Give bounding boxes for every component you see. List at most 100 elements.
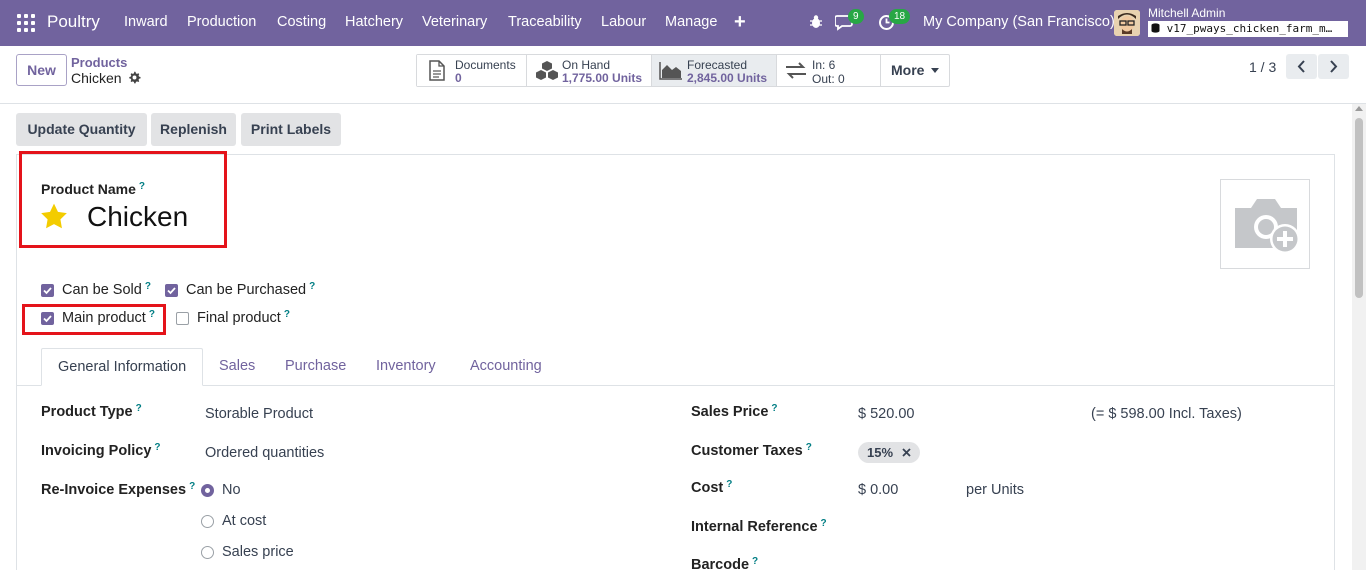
bug-icon[interactable] [808, 14, 824, 30]
reinvoice-radio-at-cost[interactable] [201, 515, 214, 528]
internal-reference-label-text: Internal Reference [691, 519, 818, 535]
out-count: Out: 0 [812, 72, 845, 86]
help-tooltip-icon[interactable]: ? [752, 556, 758, 567]
app-grid-icon[interactable] [17, 14, 35, 32]
forecasted-label: Forecasted [687, 58, 748, 72]
app-brand[interactable]: Poultry [47, 12, 100, 32]
user-name[interactable]: Mitchell Admin [1148, 6, 1225, 20]
final-product-checkbox[interactable] [176, 312, 189, 325]
print-labels-button[interactable]: Print Labels [241, 113, 341, 146]
product-name-input[interactable]: Chicken [87, 201, 188, 233]
invoicing-policy-label-text: Invoicing Policy [41, 443, 152, 459]
sales-price-input[interactable]: $ 520.00 [858, 406, 914, 422]
in-out-smart-button[interactable]: In: 6 Out: 0 [777, 55, 881, 86]
menu-traceability[interactable]: Traceability [508, 14, 582, 30]
pager-next-button[interactable] [1318, 54, 1349, 79]
tab-sales[interactable]: Sales [219, 348, 255, 386]
menu-veterinary[interactable]: Veterinary [422, 14, 487, 30]
tab-purchase[interactable]: Purchase [285, 348, 346, 386]
user-avatar[interactable] [1114, 10, 1140, 36]
help-tooltip-icon[interactable]: ? [189, 481, 195, 492]
check-icon [167, 287, 176, 295]
reinvoice-option-no[interactable]: No [222, 482, 241, 498]
reinvoice-radio-no[interactable] [201, 484, 214, 497]
scrollbar-thumb[interactable] [1355, 118, 1363, 298]
messages-badge: 9 [848, 9, 864, 24]
help-tooltip-icon[interactable]: ? [806, 442, 812, 453]
check-icon [43, 287, 52, 295]
documents-count: 0 [455, 71, 462, 85]
can-be-purchased-checkbox[interactable] [165, 284, 178, 297]
database-name-text: v17_pways_chicken_farm_m… [1166, 22, 1333, 35]
reinvoice-option-at-cost[interactable]: At cost [222, 513, 266, 529]
can-be-purchased-label: Can be Purchased? [186, 281, 315, 298]
new-button[interactable]: New [16, 54, 67, 86]
help-tooltip-icon[interactable]: ? [145, 281, 151, 292]
product-type-label-text: Product Type [41, 404, 133, 420]
main-product-checkbox[interactable] [41, 312, 54, 325]
final-product-label: Final product? [197, 309, 290, 326]
tabs-divider [17, 385, 1334, 386]
add-icon[interactable]: + [734, 11, 746, 34]
reinvoice-option-sales-price[interactable]: Sales price [222, 544, 294, 560]
product-image-upload[interactable] [1220, 179, 1310, 269]
favorite-star-icon[interactable] [40, 203, 68, 230]
customer-taxes-label-text: Customer Taxes [691, 443, 803, 459]
exchange-icon [786, 62, 806, 79]
pager-previous-button[interactable] [1286, 54, 1317, 79]
help-tooltip-icon[interactable]: ? [821, 518, 827, 529]
menu-inward[interactable]: Inward [124, 14, 168, 30]
more-label: More [891, 62, 925, 78]
sales-price-label: Sales Price? [691, 403, 778, 420]
internal-reference-label: Internal Reference? [691, 518, 827, 535]
reinvoice-expenses-label: Re-Invoice Expenses? [41, 481, 195, 498]
pager-value[interactable]: 1 / 3 [1249, 59, 1276, 75]
invoicing-policy-select[interactable]: Ordered quantities [205, 445, 324, 461]
product-name-label-text: Product Name [41, 181, 136, 197]
help-tooltip-icon[interactable]: ? [309, 281, 315, 292]
menu-hatchery[interactable]: Hatchery [345, 14, 403, 30]
help-tooltip-icon[interactable]: ? [136, 403, 142, 414]
tab-accounting[interactable]: Accounting [470, 348, 542, 386]
company-switcher[interactable]: My Company (San Francisco) [923, 14, 1115, 30]
menu-production[interactable]: Production [187, 14, 256, 30]
product-type-label: Product Type? [41, 403, 142, 420]
cubes-icon [536, 61, 558, 80]
help-tooltip-icon[interactable]: ? [139, 181, 145, 192]
cost-input[interactable]: $ 0.00 [858, 482, 898, 498]
help-tooltip-icon[interactable]: ? [154, 442, 160, 453]
help-tooltip-icon[interactable]: ? [771, 403, 777, 414]
highlight-box-product-name [19, 151, 227, 248]
tab-inventory[interactable]: Inventory [376, 348, 436, 386]
reinvoice-expenses-label-text: Re-Invoice Expenses [41, 482, 187, 498]
help-tooltip-icon[interactable]: ? [284, 309, 290, 320]
breadcrumb-products[interactable]: Products [71, 55, 127, 70]
tax-tag[interactable]: 15% [858, 442, 920, 463]
main-product-label: Main product? [62, 309, 155, 326]
forecasted-smart-button[interactable]: Forecasted 2,845.00 Units [652, 55, 777, 86]
help-tooltip-icon[interactable]: ? [149, 309, 155, 320]
tab-general-information[interactable]: General Information [41, 348, 204, 386]
remove-tag-icon[interactable] [902, 448, 911, 457]
reinvoice-radio-sales-price[interactable] [201, 546, 214, 559]
more-dropdown[interactable]: More [881, 55, 949, 86]
area-chart-icon [659, 62, 682, 80]
can-be-sold-label-text: Can be Sold [62, 282, 142, 298]
menu-labour[interactable]: Labour [601, 14, 646, 30]
gear-icon[interactable] [128, 71, 141, 84]
documents-smart-button[interactable]: Documents 0 [417, 55, 527, 86]
on-hand-smart-button[interactable]: On Hand 1,775.00 Units [527, 55, 652, 86]
product-type-select[interactable]: Storable Product [205, 406, 313, 422]
customer-taxes-label: Customer Taxes? [691, 442, 812, 459]
can-be-sold-checkbox[interactable] [41, 284, 54, 297]
replenish-button[interactable]: Replenish [151, 113, 236, 146]
invoicing-policy-label: Invoicing Policy? [41, 442, 161, 459]
menu-costing[interactable]: Costing [277, 14, 326, 30]
help-tooltip-icon[interactable]: ? [726, 479, 732, 490]
top-navbar: Poultry Inward Production Costing Hatche… [0, 0, 1366, 46]
update-quantity-button[interactable]: Update Quantity [16, 113, 147, 146]
caret-down-icon [931, 68, 940, 73]
cost-unit: per Units [966, 482, 1025, 498]
scroll-up-arrow-icon[interactable] [1355, 106, 1363, 111]
menu-manage[interactable]: Manage [665, 14, 717, 30]
